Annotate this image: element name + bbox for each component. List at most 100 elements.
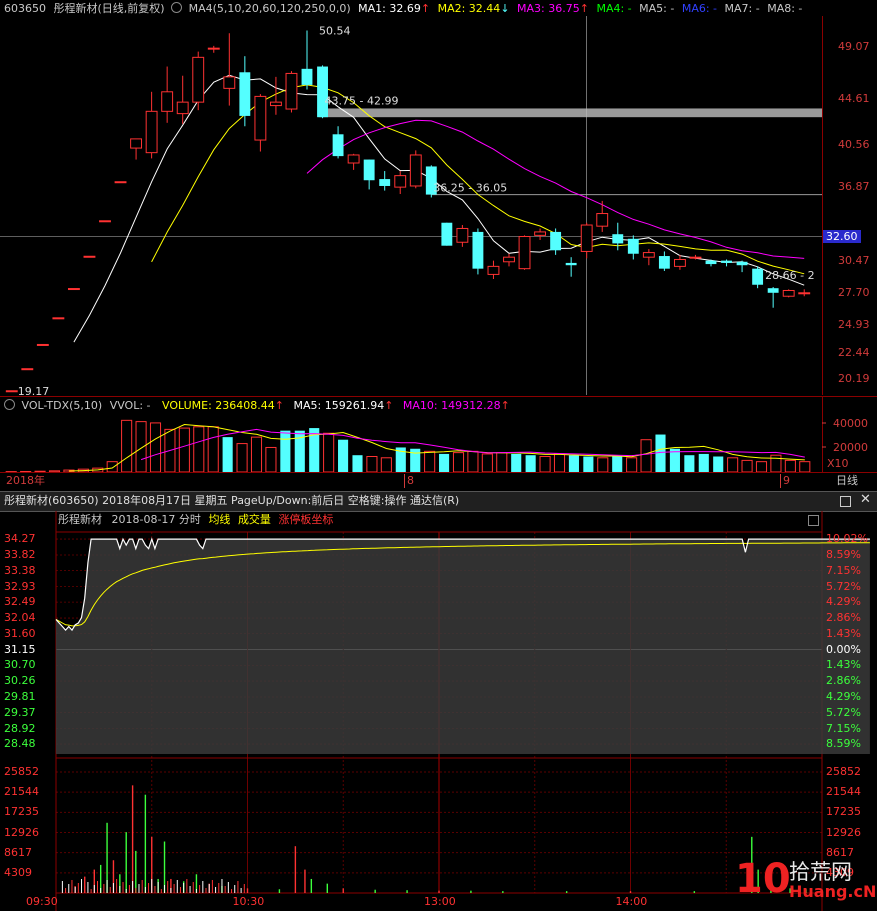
- candle-body: [363, 159, 375, 181]
- volume-bar: [323, 432, 335, 473]
- ma-indicator-label[interactable]: MA4(5,10,20,60,120,250,0,0): [189, 2, 351, 15]
- candle-body: [472, 231, 484, 269]
- volume-bar: [222, 437, 233, 472]
- vol-label-right: 25852: [826, 765, 861, 778]
- close-button[interactable]: ✕: [860, 493, 871, 507]
- pct-label: 2.86%: [826, 674, 861, 688]
- price-label: 31.15: [4, 642, 36, 656]
- vol-label: 4309: [4, 865, 32, 879]
- expand-icon[interactable]: [171, 2, 183, 13]
- period-label[interactable]: 日线: [836, 474, 858, 488]
- watermark-logo: 10 拾荒网 Huang.cN: [735, 854, 877, 911]
- volume-bar: [698, 453, 709, 472]
- pct-label: 8.59%: [826, 548, 861, 561]
- price-label: 34.27: [4, 532, 36, 546]
- pct-label: 4.29%: [826, 595, 861, 609]
- vol-tick-20000: 20000: [833, 441, 868, 454]
- volume-bar: [352, 455, 363, 472]
- current-price-tag: 32.60: [823, 229, 861, 243]
- price-area: [56, 539, 870, 754]
- ma7-value: MA7: -: [724, 2, 760, 15]
- stock-name-period: 彤程新材(日线,前复权): [53, 2, 165, 15]
- volume-bar: [265, 446, 277, 473]
- candle-body: [487, 265, 500, 275]
- candle-body: [176, 101, 189, 115]
- volume-bar: [467, 450, 479, 473]
- candle-body: [689, 256, 702, 259]
- price-label: 28.48: [4, 737, 36, 751]
- pct-label: 0.00%: [826, 642, 861, 656]
- volume-bar: [539, 456, 551, 473]
- intraday-chart[interactable]: [0, 511, 877, 911]
- ma3-value: MA3: 36.75: [517, 2, 580, 15]
- volume-bar: [496, 452, 508, 473]
- candle-body: [673, 258, 686, 267]
- volume-bar: [366, 456, 378, 473]
- volume-bar: [424, 450, 436, 473]
- candle-body: [223, 76, 236, 89]
- pct-label: 5.72%: [826, 579, 861, 593]
- last-gap-label: 28.66 - 2: [765, 269, 814, 282]
- pct-label: 4.29%: [826, 689, 861, 703]
- vol-label: 25852: [4, 765, 39, 778]
- vol-label: 21544: [4, 785, 39, 799]
- volume-chart[interactable]: [0, 397, 877, 473]
- price-tick: 36.87: [838, 180, 870, 194]
- candle-body: [239, 72, 251, 116]
- pct-label: 1.43%: [826, 658, 861, 672]
- volume-bar: [135, 421, 147, 473]
- price-tick: 24.93: [838, 317, 870, 331]
- candle-body: [736, 261, 748, 266]
- time-label: 10:30: [232, 895, 265, 908]
- volume-bar: [338, 439, 349, 472]
- price-axis: 49.07 44.61 40.56 36.87 32.60 30.47 27.70 24.93…: [822, 16, 877, 395]
- volume-bar: [741, 459, 753, 473]
- pct-axis-right: 10.02% 8.59% 7.15% 5.72% 4.29% 2.86% 1.43% 0.00…: [822, 511, 877, 911]
- stock-code: 603650: [4, 2, 46, 15]
- maximize-button[interactable]: [840, 496, 851, 507]
- kline-panel[interactable]: 603650 彤程新材(日线,前复权) MA4(5,10,20,60,120,2…: [0, 0, 877, 395]
- volume-panel[interactable]: VOL-TDX(5,10) VVOL: - VOLUME: 236408.44↑…: [0, 396, 877, 473]
- watermark-number: 10: [735, 856, 791, 902]
- ma4-value: MA4: -: [596, 2, 632, 15]
- volume-bar: [755, 461, 768, 473]
- candle-body: [394, 175, 407, 188]
- low-label: 19.17: [18, 385, 50, 395]
- candle-body: [347, 154, 360, 164]
- candle-body: [705, 260, 717, 265]
- ma8-value: MA8: -: [767, 2, 803, 15]
- time-label: 14:00: [615, 895, 648, 908]
- gap-band-upper: [318, 108, 822, 118]
- candle-body: [721, 260, 732, 263]
- candle-body: [36, 343, 49, 346]
- gap-label-lower: 36.25 - 36.05: [433, 182, 507, 195]
- price-tick: 49.07: [838, 40, 870, 54]
- vol-label: 12926: [4, 825, 39, 839]
- year-label: 2018年: [6, 474, 45, 487]
- price-label: 29.37: [4, 705, 36, 719]
- pct-label: 7.15%: [826, 721, 861, 735]
- volume-bar: [784, 459, 796, 473]
- volume-bar: [193, 426, 205, 473]
- minute-window-titlebar[interactable]: 彤程新材(603650) 2018年08月17日 星期五 PageUp/Down…: [0, 491, 877, 512]
- candle-body: [456, 227, 469, 243]
- candle-body: [114, 181, 127, 184]
- candle-body: [767, 288, 779, 293]
- month-label-8: 8: [404, 474, 414, 488]
- volume-bar: [684, 455, 695, 472]
- volume-bar: [511, 453, 522, 472]
- candle-body: [627, 238, 639, 254]
- candle-body: [612, 234, 624, 244]
- candle-body: [192, 56, 205, 103]
- price-tick: 27.70: [838, 285, 870, 299]
- price-tick: 22.44: [838, 346, 870, 360]
- price-label: 32.49: [4, 595, 36, 609]
- volume-bar: [727, 457, 739, 473]
- volume-bar: [439, 453, 450, 472]
- pct-label: 7.15%: [826, 563, 861, 577]
- price-label: 28.92: [4, 721, 36, 735]
- candlestick-chart[interactable]: 50.54 19.17 43.75 - 42.99 36.25 - 36.05 28.6…: [0, 16, 877, 395]
- high-label: 50.54: [319, 24, 351, 37]
- candle-body: [565, 262, 577, 266]
- vol-unit: X10: [827, 457, 849, 470]
